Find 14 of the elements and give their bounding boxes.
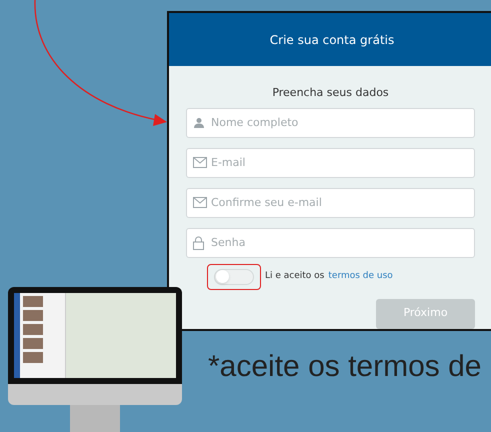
- envelope-icon: [193, 197, 207, 208]
- input-field[interactable]: Senha: [186, 228, 475, 258]
- terms-link[interactable]: termos de uso: [328, 270, 393, 284]
- caption-text: *aceite os termos de: [208, 352, 482, 382]
- input-field[interactable]: E-mail: [186, 148, 475, 178]
- envelope-icon: [193, 157, 207, 168]
- toggle-switch[interactable]: [214, 268, 254, 284]
- form-subtitle: Preencha seus dados: [271, 85, 390, 101]
- input-field[interactable]: Nome completo: [186, 108, 475, 138]
- input-field[interactable]: Confirme seu e-mail: [186, 188, 475, 218]
- person-icon: [193, 116, 205, 128]
- terms-text: Li e aceito os: [265, 270, 324, 283]
- lock-icon: [193, 236, 204, 250]
- form-title: Crie sua conta grátis: [270, 32, 394, 48]
